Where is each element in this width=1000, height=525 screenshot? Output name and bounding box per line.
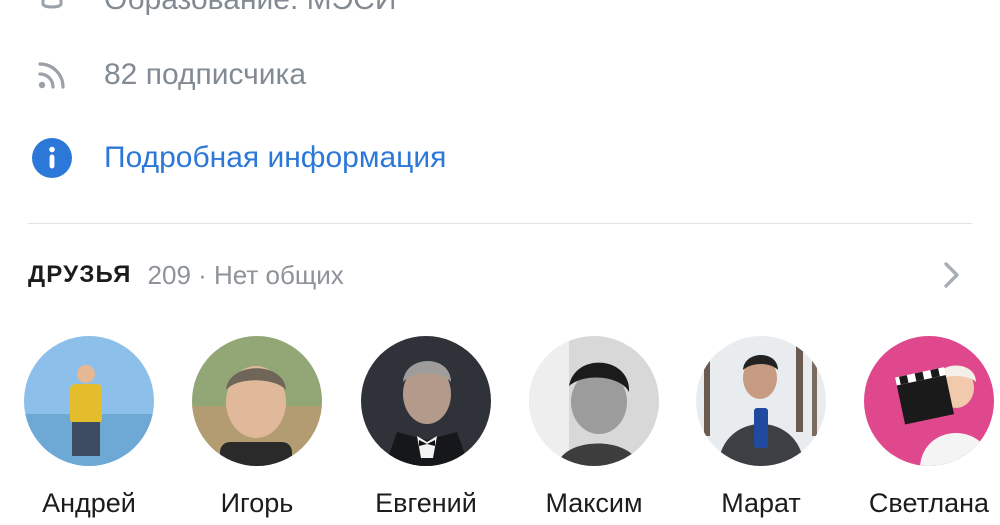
- followers-count: 82 подписчика: [104, 58, 307, 91]
- avatar[interactable]: [24, 336, 154, 466]
- friend-name: Марат: [721, 488, 801, 518]
- friend-item[interactable]: Евгений: [351, 334, 501, 525]
- section-divider: [28, 223, 972, 224]
- info-circle-icon: [32, 138, 72, 178]
- followers-row[interactable]: 82 подписчика: [0, 53, 1000, 97]
- avatar[interactable]: [192, 336, 322, 466]
- friend-item[interactable]: Марат: [686, 334, 836, 525]
- avatar[interactable]: [361, 336, 491, 466]
- friend-name: Андрей: [42, 488, 136, 518]
- education-text: Образование: МЭСИ: [104, 0, 396, 17]
- graduation-cap-icon: [32, 0, 72, 20]
- more-info-link[interactable]: Подробная информация: [104, 141, 446, 175]
- friend-name: Максим: [545, 488, 643, 518]
- avatar[interactable]: [864, 336, 994, 466]
- chevron-right-icon[interactable]: [938, 259, 964, 291]
- friend-item[interactable]: Игорь: [182, 334, 332, 525]
- rss-icon: [32, 55, 72, 95]
- friend-item[interactable]: Светлана: [854, 334, 1000, 525]
- friends-title: ДРУЗЬЯ: [28, 261, 132, 288]
- avatar[interactable]: [696, 336, 826, 466]
- friend-name: Игорь: [220, 488, 294, 518]
- friend-item[interactable]: Максим: [519, 334, 669, 525]
- friend-name: Евгений: [375, 488, 477, 518]
- friend-item[interactable]: Андрей: [14, 334, 164, 525]
- avatar[interactable]: [529, 336, 659, 466]
- education-row: Образование: МЭСИ: [0, 0, 1000, 22]
- friend-name: Светлана: [868, 488, 990, 518]
- friends-list: Андрей Игорь Евгений Максим Марат Светла…: [0, 334, 1000, 525]
- friends-meta: 209 · Нет общих: [147, 259, 344, 290]
- more-info-row[interactable]: Подробная информация: [0, 136, 1000, 180]
- friends-header[interactable]: ДРУЗЬЯ 209 · Нет общих: [28, 255, 344, 295]
